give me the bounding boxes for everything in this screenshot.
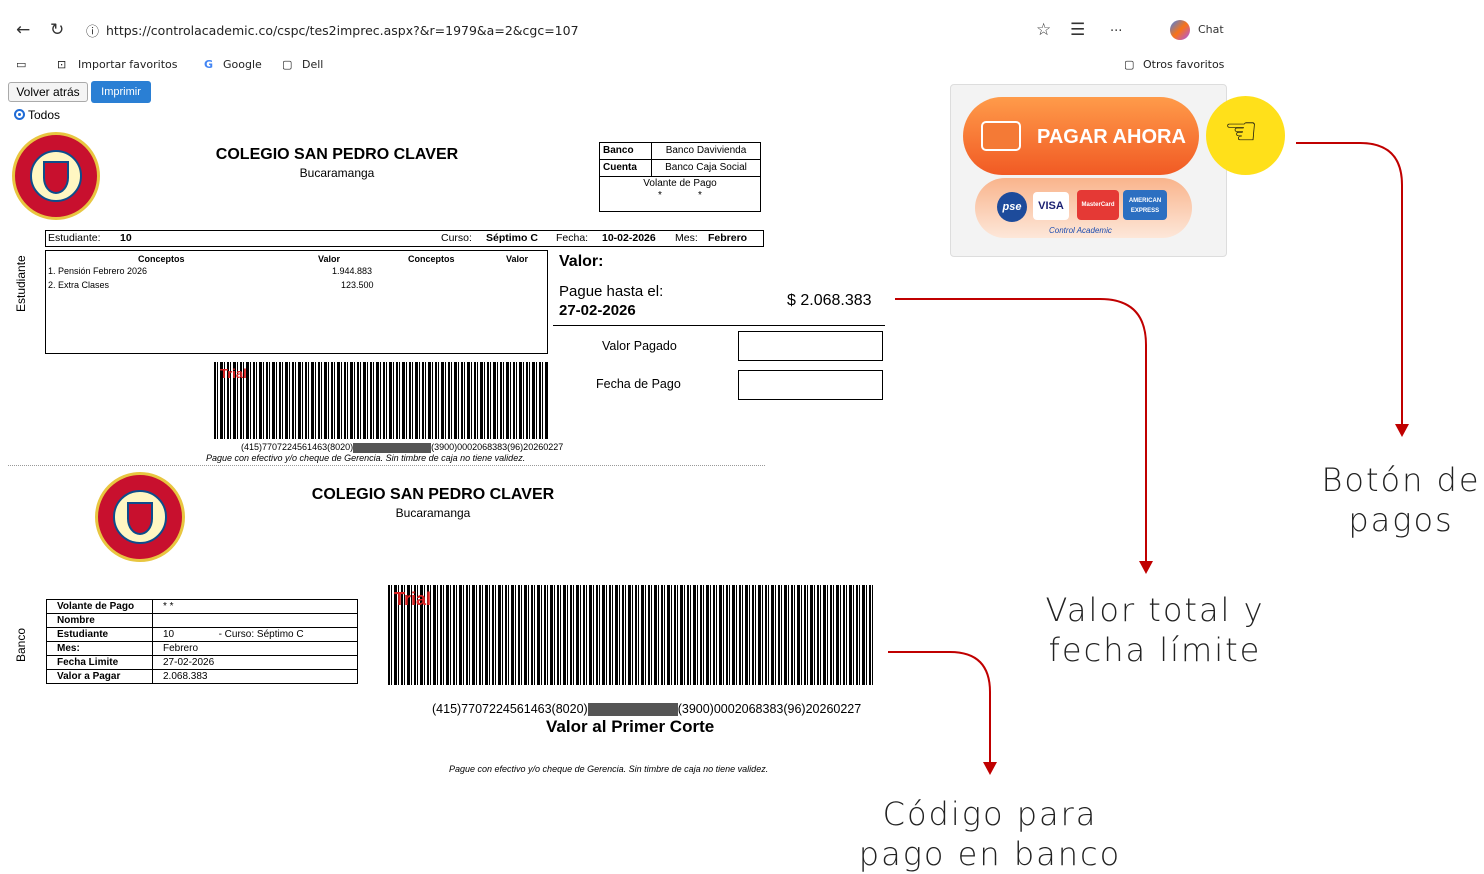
arrow-codigo — [888, 651, 991, 763]
arrowhead-valor — [1139, 561, 1153, 574]
arrowhead-codigo — [983, 762, 997, 775]
annotation-arrows — [888, 142, 1409, 775]
annotation-valor: Valor total y fecha límite — [1045, 591, 1265, 669]
annotation-botones: Botón de pagos — [1321, 461, 1481, 539]
annotation-codigo: Código para pago en banco — [858, 795, 1122, 873]
arrow-pagos — [1296, 142, 1403, 425]
arrow-valor — [895, 298, 1147, 562]
arrowhead-pagos — [1395, 424, 1409, 437]
